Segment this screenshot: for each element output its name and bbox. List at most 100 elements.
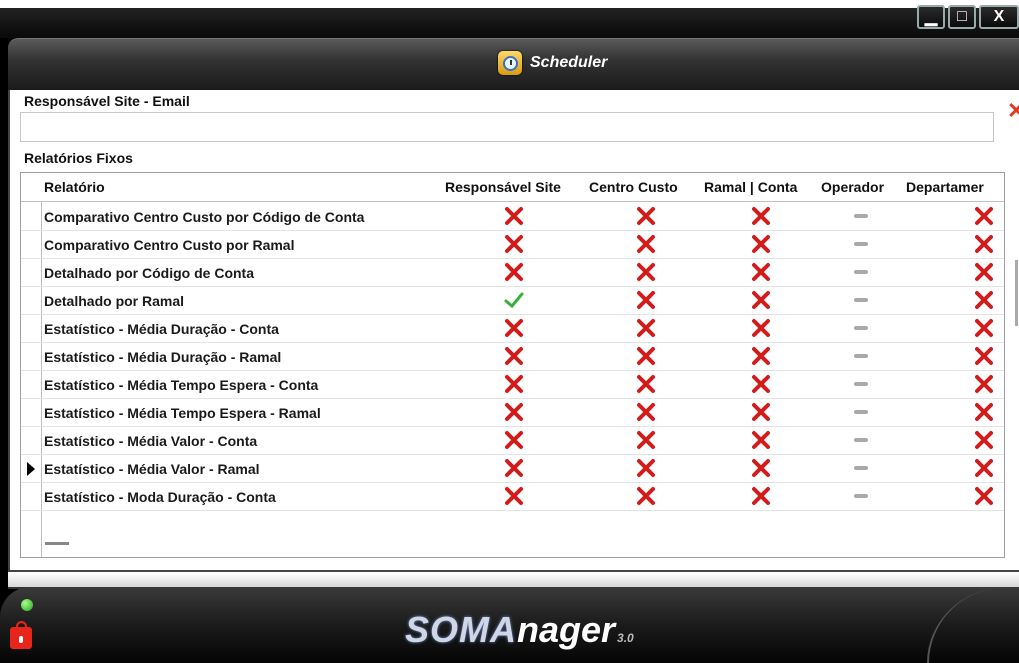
centro-custo-x-icon[interactable] <box>634 373 658 395</box>
departamento-x-icon[interactable] <box>972 317 996 339</box>
responsavel-site-x-icon[interactable] <box>502 401 526 423</box>
column-header-responsavel-site[interactable]: Responsável Site <box>445 179 585 195</box>
departamento-x-icon[interactable] <box>972 289 996 311</box>
operador-dash-icon[interactable] <box>849 345 873 367</box>
top-highlight <box>0 0 1019 8</box>
report-name-cell: Estatístico - Moda Duração - Conta <box>44 489 276 505</box>
departamento-x-icon[interactable] <box>972 261 996 283</box>
ramal-conta-x-icon[interactable] <box>749 233 773 255</box>
operador-dash-icon[interactable] <box>849 429 873 451</box>
column-header-operador[interactable]: Operador <box>821 179 901 195</box>
table-row[interactable]: Estatístico - Moda Duração - Conta <box>21 482 1004 511</box>
operador-dash-icon[interactable] <box>849 457 873 479</box>
operador-dash-icon[interactable] <box>849 289 873 311</box>
email-input[interactable] <box>20 112 994 142</box>
table-row[interactable]: Comparativo Centro Custo por Ramal <box>21 230 1004 259</box>
table-row[interactable]: Estatístico - Média Tempo Espera - Conta <box>21 370 1004 399</box>
column-header-ramal-conta[interactable]: Ramal | Conta <box>704 179 818 195</box>
responsavel-site-check-icon[interactable] <box>502 289 526 311</box>
report-name-cell: Estatístico - Média Valor - Conta <box>44 433 258 449</box>
departamento-x-icon[interactable] <box>972 205 996 227</box>
centro-custo-x-icon[interactable] <box>634 485 658 507</box>
table-row[interactable]: Detalhado por Código de Conta <box>21 258 1004 287</box>
dialog-content: Responsável Site - Email ✕ Relatórios Fi… <box>8 90 1019 570</box>
top-window-bar: ▁ □ X <box>0 0 1019 38</box>
centro-custo-x-icon[interactable] <box>634 233 658 255</box>
centro-custo-x-icon[interactable] <box>634 317 658 339</box>
report-name-cell: Estatístico - Média Duração - Ramal <box>44 349 282 365</box>
current-row-arrow-icon <box>27 462 35 476</box>
centro-custo-x-icon[interactable] <box>634 457 658 479</box>
ramal-conta-x-icon[interactable] <box>749 261 773 283</box>
table-row[interactable]: Estatístico - Média Valor - Conta <box>21 426 1004 455</box>
departamento-x-icon[interactable] <box>972 233 996 255</box>
responsavel-site-x-icon[interactable] <box>502 345 526 367</box>
departamento-x-icon[interactable] <box>972 485 996 507</box>
ramal-conta-x-icon[interactable] <box>749 373 773 395</box>
table-row[interactable]: Detalhado por Ramal <box>21 286 1004 315</box>
report-name-cell: Detalhado por Código de Conta <box>44 265 254 281</box>
status-led-icon <box>21 599 33 611</box>
column-header-centro-custo[interactable]: Centro Custo <box>589 179 699 195</box>
fixed-reports-label: Relatórios Fixos <box>24 150 133 166</box>
report-name-cell: Estatístico - Média Valor - Ramal <box>44 461 260 477</box>
table-row[interactable]: Estatístico - Média Tempo Espera - Ramal <box>21 398 1004 427</box>
operador-dash-icon[interactable] <box>849 401 873 423</box>
ramal-conta-x-icon[interactable] <box>749 429 773 451</box>
responsavel-site-x-icon[interactable] <box>502 205 526 227</box>
minimize-button[interactable]: ▁ <box>917 5 945 29</box>
column-header-departamento[interactable]: Departamer <box>906 179 1002 195</box>
centro-custo-x-icon[interactable] <box>634 205 658 227</box>
clear-icon[interactable]: ✕ <box>1007 100 1019 122</box>
operador-dash-icon[interactable] <box>849 485 873 507</box>
departamento-x-icon[interactable] <box>972 345 996 367</box>
departamento-x-icon[interactable] <box>972 401 996 423</box>
responsavel-site-x-icon[interactable] <box>502 373 526 395</box>
ramal-conta-x-icon[interactable] <box>749 457 773 479</box>
maximize-button[interactable]: □ <box>948 5 976 29</box>
window-controls: ▁ □ X <box>917 5 1019 29</box>
operador-dash-icon[interactable] <box>849 261 873 283</box>
centro-custo-x-icon[interactable] <box>634 261 658 283</box>
departamento-x-icon[interactable] <box>972 457 996 479</box>
departamento-x-icon[interactable] <box>972 373 996 395</box>
responsavel-site-x-icon[interactable] <box>502 261 526 283</box>
table-row[interactable]: Estatístico - Média Duração - Ramal <box>21 342 1004 371</box>
close-button[interactable]: X <box>979 5 1019 29</box>
ramal-conta-x-icon[interactable] <box>749 289 773 311</box>
report-name-cell: Estatístico - Média Tempo Espera - Conta <box>44 377 319 393</box>
centro-custo-x-icon[interactable] <box>634 345 658 367</box>
table-row[interactable]: Estatístico - Média Valor - Ramal <box>21 454 1004 483</box>
title-group: Scheduler <box>498 51 607 75</box>
operador-dash-icon[interactable] <box>849 205 873 227</box>
vertical-scrollbar[interactable] <box>1015 260 1018 326</box>
column-header-report[interactable]: Relatório <box>44 179 439 195</box>
departamento-x-icon[interactable] <box>972 429 996 451</box>
responsavel-site-x-icon[interactable] <box>502 457 526 479</box>
reports-grid: Relatório Responsável Site Centro Custo … <box>20 172 1005 558</box>
grid-header: Relatório Responsável Site Centro Custo … <box>21 173 1004 202</box>
ramal-conta-x-icon[interactable] <box>749 401 773 423</box>
lock-icon[interactable] <box>10 621 32 649</box>
ramal-conta-x-icon[interactable] <box>749 345 773 367</box>
window-title: Scheduler <box>530 54 608 71</box>
table-row[interactable]: Comparativo Centro Custo por Código de C… <box>21 202 1004 231</box>
table-row[interactable]: Estatístico - Média Duração - Conta <box>21 314 1004 343</box>
ramal-conta-x-icon[interactable] <box>749 485 773 507</box>
footer-bar: SOMA nager 3.0 <box>0 587 1019 663</box>
responsavel-site-x-icon[interactable] <box>502 233 526 255</box>
ramal-conta-x-icon[interactable] <box>749 317 773 339</box>
centro-custo-x-icon[interactable] <box>634 289 658 311</box>
centro-custo-x-icon[interactable] <box>634 401 658 423</box>
report-name-cell: Detalhado por Ramal <box>44 293 185 309</box>
operador-dash-icon[interactable] <box>849 233 873 255</box>
report-name-cell: Comparativo Centro Custo por Código de C… <box>44 209 365 225</box>
centro-custo-x-icon[interactable] <box>634 429 658 451</box>
operador-dash-icon[interactable] <box>849 373 873 395</box>
operador-dash-icon[interactable] <box>849 317 873 339</box>
responsavel-site-x-icon[interactable] <box>502 429 526 451</box>
responsavel-site-x-icon[interactable] <box>502 485 526 507</box>
scheduler-clock-icon <box>498 51 522 75</box>
responsavel-site-x-icon[interactable] <box>502 317 526 339</box>
ramal-conta-x-icon[interactable] <box>749 205 773 227</box>
